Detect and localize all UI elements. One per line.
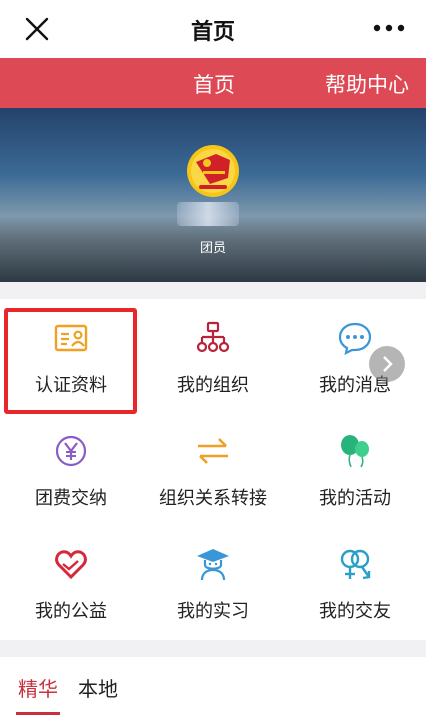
nav-bar: 首页 帮助中心 bbox=[0, 58, 426, 108]
grid-item-label: 我的公益 bbox=[35, 601, 107, 622]
grid-item-label: 我的交友 bbox=[319, 601, 391, 622]
gender-icon bbox=[340, 549, 371, 580]
highlight-box bbox=[4, 308, 137, 414]
grid-item-my-friends[interactable]: 我的交友 bbox=[284, 525, 426, 638]
section-divider bbox=[0, 282, 426, 299]
chevron-right-icon[interactable] bbox=[369, 346, 405, 382]
member-role: 团员 bbox=[199, 241, 226, 256]
chat-bubble-icon bbox=[338, 322, 372, 355]
section-divider bbox=[0, 640, 426, 657]
grid-item-transfer-relation[interactable]: 组织关系转接 bbox=[142, 412, 284, 525]
grid-item-label: 我的实习 bbox=[177, 601, 249, 622]
tab-featured[interactable]: 精华 bbox=[18, 673, 58, 702]
grid-item-label: 组织关系转接 bbox=[159, 488, 267, 509]
nav-item-home[interactable]: 首页 bbox=[193, 69, 235, 99]
blurred-username bbox=[177, 202, 239, 226]
league-emblem-icon bbox=[187, 145, 239, 197]
heart-hand-icon bbox=[55, 550, 87, 580]
grid-item-dues-payment[interactable]: 团费交纳 bbox=[0, 412, 142, 525]
grid-item-my-organization[interactable]: 我的组织 bbox=[142, 299, 284, 412]
top-bar: 首页 bbox=[0, 0, 426, 58]
grid-item-my-activities[interactable]: 我的活动 bbox=[284, 412, 426, 525]
active-tab-indicator bbox=[16, 712, 60, 715]
more-icon[interactable] bbox=[372, 22, 406, 34]
balloons-icon bbox=[341, 435, 369, 468]
grid-item-my-internship[interactable]: 我的实习 bbox=[142, 525, 284, 638]
grid-item-my-messages[interactable]: 我的消息 bbox=[284, 299, 426, 412]
tab-local[interactable]: 本地 bbox=[78, 673, 118, 702]
yuan-coin-icon bbox=[55, 435, 87, 467]
grid-item-label: 我的组织 bbox=[177, 375, 249, 396]
grid-item-label: 团费交纳 bbox=[35, 488, 107, 509]
grid-item-label: 我的消息 bbox=[319, 375, 391, 396]
grid-item-my-charity[interactable]: 我的公益 bbox=[0, 525, 142, 638]
grid-item-label: 我的活动 bbox=[319, 488, 391, 509]
org-chart-icon bbox=[196, 321, 230, 353]
page-title: 首页 bbox=[190, 20, 235, 45]
graduate-icon bbox=[197, 549, 229, 581]
nav-item-help-center[interactable]: 帮助中心 bbox=[325, 69, 409, 99]
content-tabs: 精华 本地 bbox=[0, 657, 426, 727]
transfer-arrows-icon bbox=[198, 438, 228, 464]
